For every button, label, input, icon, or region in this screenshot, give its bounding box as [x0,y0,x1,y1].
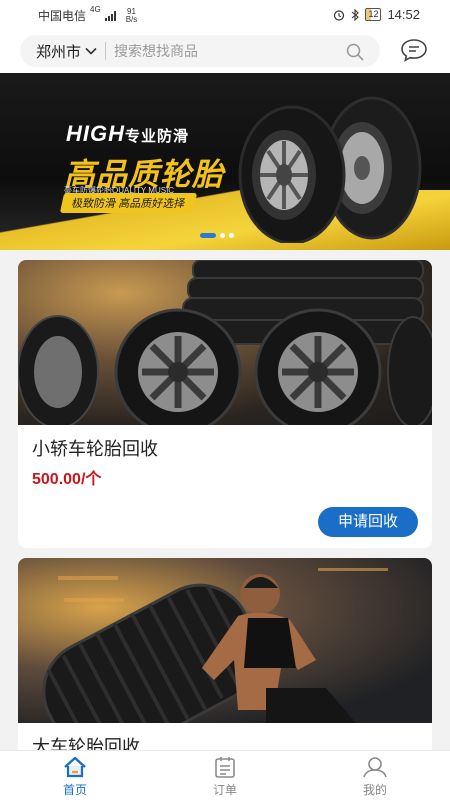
product-card[interactable]: 大车轮胎回收 [18,558,432,758]
banner-en-text: HIGH [66,121,125,146]
banner-slogan: 极致防滑 高品质好选择 [59,193,198,213]
divider [105,42,107,60]
battery-level: 12 [368,9,379,19]
order-icon [215,756,235,778]
header: 郑州市 [0,30,450,73]
product-card[interactable]: 小轿车轮胎回收 500.00/个 申请回收 [18,260,432,548]
search-input[interactable] [114,43,315,59]
product-image [18,260,432,425]
search-bar[interactable]: 郑州市 [20,35,380,67]
tires-stack-image [18,260,432,425]
alarm-icon [334,9,345,21]
clock: 14:52 [387,7,420,22]
banner-pagination [200,233,234,238]
banner-tag-text: 专业防滑 [125,128,190,145]
product-image [18,558,432,723]
chevron-down-icon [85,47,97,55]
bluetooth-icon [352,8,360,21]
signal-icon [104,10,116,21]
status-right: 12 14:52 [333,7,420,22]
nav-home-label: 首页 [62,782,87,797]
nav-orders[interactable]: 订单 [150,751,300,800]
city-label: 郑州市 [36,43,82,61]
product-title: 小轿车轮胎回收 [32,439,158,459]
man-flipping-tire-image [42,568,388,723]
promo-banner[interactable]: HIGH专业防滑 高品质轮胎 豪车防爆轮胎QUALITY MUSIC 极致防滑 … [0,73,450,250]
pagination-dot-2[interactable] [220,233,225,238]
search-icon[interactable] [346,43,364,61]
nav-home[interactable]: 首页 [0,751,150,800]
speed-unit: B/s [125,14,138,24]
nav-orders-label: 订单 [212,782,237,797]
message-icon[interactable] [400,38,428,62]
nav-profile[interactable]: 我的 [300,751,450,800]
carrier-name: 中国电信 [38,9,87,23]
pagination-dot-3[interactable] [229,233,234,238]
status-left: 中国电信 4G 91 B/s [38,5,138,24]
product-price: 500.00/个 [32,471,102,488]
city-selector[interactable]: 郑州市 [20,41,97,62]
home-icon [64,756,86,777]
banner-title-en: HIGH专业防滑 [66,121,189,147]
battery-icon: 12 [365,8,382,21]
network-type: 4G [90,5,101,14]
profile-icon [363,756,387,777]
tire-image [238,96,422,243]
pagination-dot-1[interactable] [200,233,216,238]
bottom-nav: 首页 订单 我的 [0,750,450,800]
status-bar: 中国电信 4G 91 B/s 12 14:52 [0,0,450,30]
network-speed: 91 B/s [125,7,138,24]
nav-profile-label: 我的 [362,782,387,797]
apply-recycle-button[interactable]: 申请回收 [318,507,418,537]
